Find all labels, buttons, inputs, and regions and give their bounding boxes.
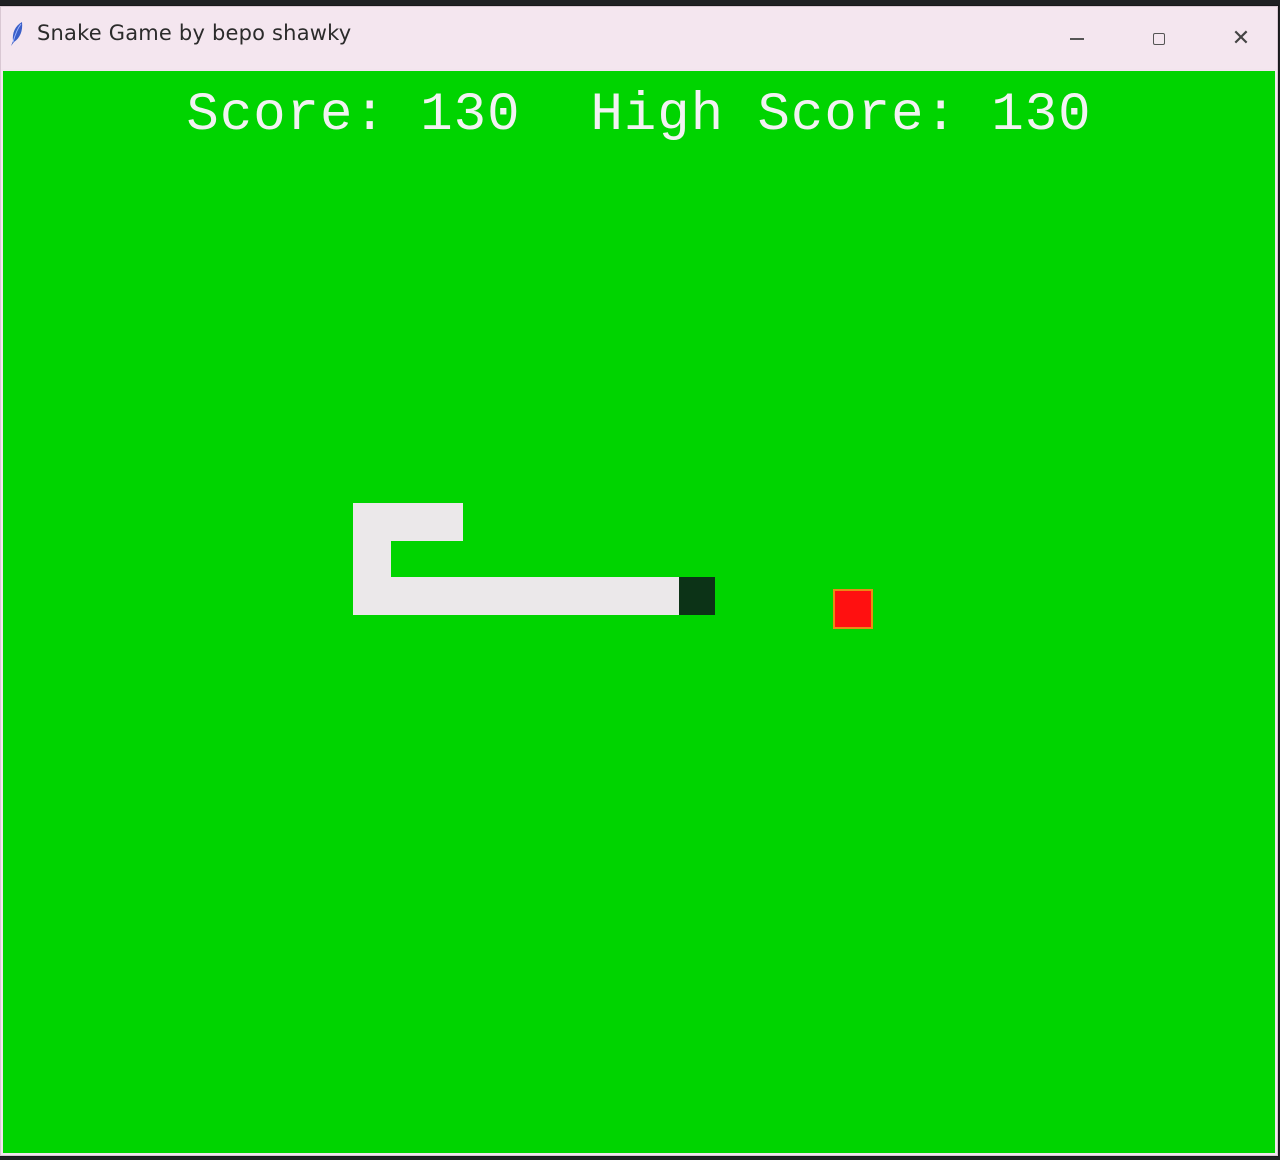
feather-icon: [9, 21, 25, 47]
food-item: [833, 589, 873, 629]
score-label: Score:: [186, 85, 387, 146]
high-score-value: 130: [991, 85, 1092, 146]
title-bar[interactable]: Snake Game by bepo shawky ✕: [1, 7, 1277, 69]
maximize-button[interactable]: [1129, 19, 1189, 59]
maximize-icon: [1153, 33, 1165, 45]
game-window: Snake Game by bepo shawky ✕ Score: 130 Hi…: [0, 6, 1278, 1156]
snake-body-segment: [353, 577, 681, 615]
snake-head: [679, 577, 715, 615]
close-icon: ✕: [1231, 26, 1251, 51]
minimize-icon: [1070, 38, 1084, 40]
close-button[interactable]: ✕: [1211, 19, 1271, 59]
minimize-button[interactable]: [1047, 19, 1107, 59]
window-title: Snake Game by bepo shawky: [37, 21, 352, 45]
high-score-label: High Score:: [590, 85, 958, 146]
game-canvas[interactable]: Score: 130 High Score: 130: [3, 71, 1275, 1153]
scoreboard: Score: 130 High Score: 130: [3, 85, 1275, 146]
score-value: 130: [420, 85, 521, 146]
